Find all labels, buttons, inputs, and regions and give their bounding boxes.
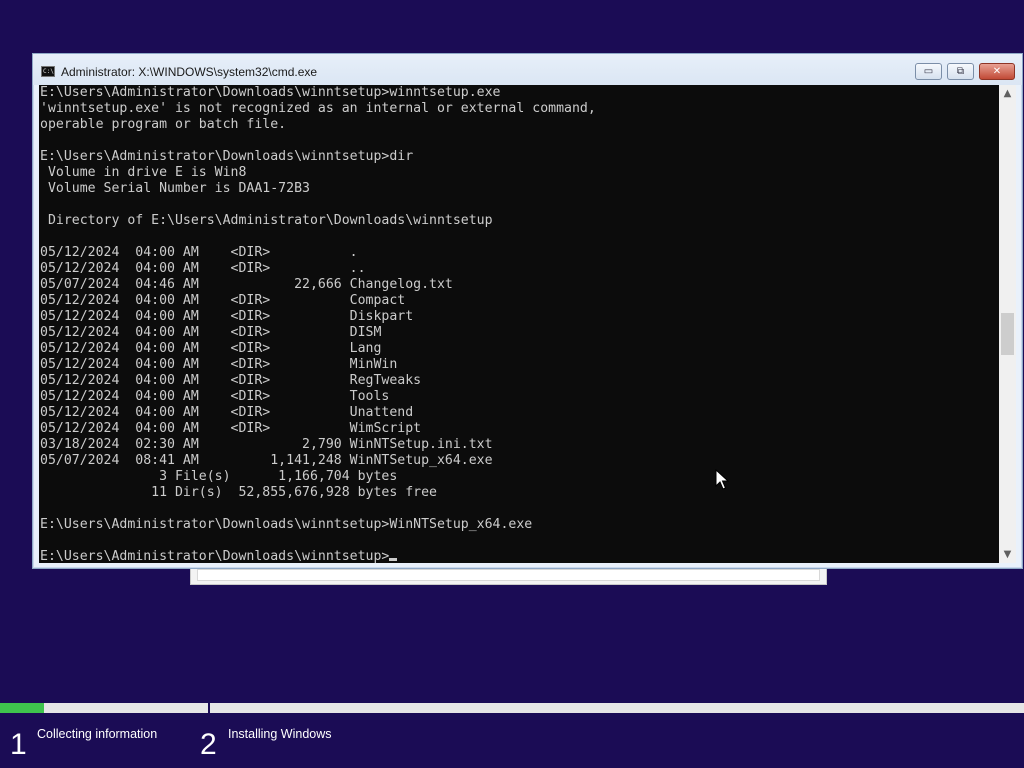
console-line: 05/07/2024 04:46 AM 22,666 Changelog.txt [40,277,453,292]
console-line: 3 File(s) 1,166,704 bytes [40,469,398,484]
step-number-2: 2 [200,728,217,761]
scroll-down-icon[interactable]: ▼ [999,546,1016,563]
console-line: E:\Users\Administrator\Downloads\winntse… [40,149,414,164]
console-prompt: E:\Users\Administrator\Downloads\winntse… [40,549,390,563]
console-text: E:\Users\Administrator\Downloads\winntse… [40,85,596,563]
vertical-scrollbar[interactable]: ▲ ▼ [999,85,1016,563]
window-title: Administrator: X:\WINDOWS\system32\cmd.e… [61,65,318,79]
step-label-collecting-information: Collecting information [37,727,158,741]
console-line: 05/12/2024 04:00 AM <DIR> . [40,245,358,260]
scroll-up-icon[interactable]: ▲ [999,85,1016,102]
console-line: 05/12/2024 04:00 AM <DIR> Lang [40,341,382,356]
close-button[interactable]: ✕ [979,63,1015,80]
minimize-button[interactable]: ▭ [915,63,942,80]
console-line: 05/12/2024 04:00 AM <DIR> WimScript [40,421,422,436]
console-line: operable program or batch file. [40,117,287,132]
setup-progress-fill [0,703,45,713]
maximize-button[interactable]: ⧉ [947,63,974,80]
console-line: 11 Dir(s) 52,855,676,928 bytes free [40,485,437,500]
setup-progress-bar [0,703,1024,713]
console-line: Directory of E:\Users\Administrator\Down… [40,213,493,228]
console-line: Volume Serial Number is DAA1-72B3 [40,181,310,196]
console-line: E:\Users\Administrator\Downloads\winntse… [40,85,501,100]
console-line: 'winntsetup.exe' is not recognized as an… [40,101,596,116]
console-line: 05/12/2024 04:00 AM <DIR> Tools [40,389,390,404]
text-cursor [389,558,398,561]
console-line: 05/12/2024 04:00 AM <DIR> Compact [40,293,406,308]
console-line: E:\Users\Administrator\Downloads\winntse… [40,517,533,532]
setup-dialog-inner-edge [197,569,820,581]
console-line: 05/07/2024 08:41 AM 1,141,248 WinNTSetup… [40,453,493,468]
step-label-installing-windows: Installing Windows [228,727,332,741]
cmd-window: C:\ Administrator: X:\WINDOWS\system32\c… [32,53,1023,569]
console-output[interactable]: E:\Users\Administrator\Downloads\winntse… [39,85,999,563]
step-number-1: 1 [10,728,27,761]
console-line: 05/12/2024 04:00 AM <DIR> Unattend [40,405,414,420]
progress-step-divider [208,703,210,713]
console-line: 03/18/2024 02:30 AM 2,790 WinNTSetup.ini… [40,437,493,452]
console-line: 05/12/2024 04:00 AM <DIR> RegTweaks [40,373,422,388]
cmd-icon[interactable]: C:\ [41,66,55,77]
scroll-thumb[interactable] [1001,313,1014,355]
console-line: Volume in drive E is Win8 [40,165,247,180]
minimize-icon: ▭ [923,66,934,77]
console-line: 05/12/2024 04:00 AM <DIR> MinWin [40,357,398,372]
console-line: 05/12/2024 04:00 AM <DIR> .. [40,261,366,276]
console-line: 05/12/2024 04:00 AM <DIR> DISM [40,325,382,340]
mouse-pointer-icon [715,469,729,490]
console-line: 05/12/2024 04:00 AM <DIR> Diskpart [40,309,414,324]
title-bar[interactable]: C:\ Administrator: X:\WINDOWS\system32\c… [33,54,1022,85]
restore-icon: ⧉ [956,66,965,77]
close-icon: ✕ [992,66,1002,77]
